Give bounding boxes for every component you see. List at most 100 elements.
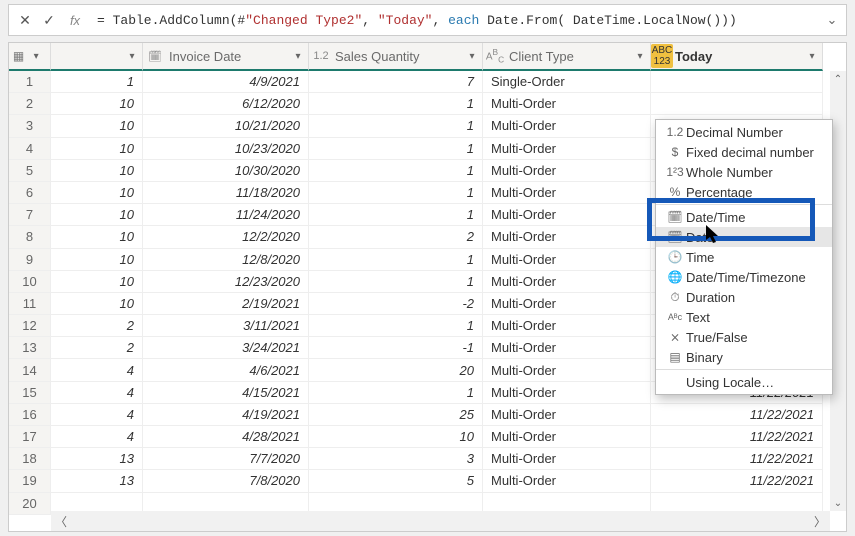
cell-invoice-date[interactable]: 6/12/2020: [143, 93, 309, 115]
cell-invoice-date[interactable]: 4/9/2021: [143, 71, 309, 93]
cell-col1[interactable]: 13: [51, 470, 143, 492]
cell-invoice-date[interactable]: 4/19/2021: [143, 404, 309, 426]
cell-sales-quantity[interactable]: 1: [309, 93, 483, 115]
type-datetime[interactable]: 🗓Date/Time: [656, 207, 832, 227]
cell-sales-quantity[interactable]: 3: [309, 448, 483, 470]
table-corner[interactable]: ▦▾: [9, 43, 51, 71]
cell-sales-quantity[interactable]: 1: [309, 115, 483, 137]
row-index[interactable]: 2: [9, 93, 51, 115]
cell-invoice-date[interactable]: 11/18/2020: [143, 182, 309, 204]
type-whole-number[interactable]: 1²3Whole Number: [656, 162, 832, 182]
cell-client-type[interactable]: Multi-Order: [483, 93, 651, 115]
cell-sales-quantity[interactable]: -1: [309, 337, 483, 359]
cell-invoice-date[interactable]: 10/30/2020: [143, 160, 309, 182]
type-time[interactable]: 🕒Time: [656, 247, 832, 267]
row-index[interactable]: 14: [9, 359, 51, 381]
cell-col1[interactable]: 1: [51, 71, 143, 93]
cell-col1[interactable]: 10: [51, 204, 143, 226]
row-index[interactable]: 12: [9, 315, 51, 337]
scroll-left-arrow[interactable]: 〈: [55, 513, 67, 530]
row-index[interactable]: 4: [9, 138, 51, 160]
cell-invoice-date[interactable]: 4/28/2021: [143, 426, 309, 448]
row-index[interactable]: 8: [9, 226, 51, 248]
cell-sales-quantity[interactable]: 1: [309, 182, 483, 204]
cell-today[interactable]: [651, 93, 823, 115]
row-index[interactable]: 18: [9, 448, 51, 470]
type-decimal-number[interactable]: 1.2Decimal Number: [656, 122, 832, 142]
cell-client-type[interactable]: Multi-Order: [483, 448, 651, 470]
cell-client-type[interactable]: Multi-Order: [483, 182, 651, 204]
cell-col1[interactable]: 4: [51, 404, 143, 426]
cell-sales-quantity[interactable]: 20: [309, 359, 483, 381]
row-index[interactable]: 1: [9, 71, 51, 93]
column-header-client-type[interactable]: ABCClient Type▾: [483, 43, 651, 71]
type-datetime-tz[interactable]: 🌐Date/Time/Timezone: [656, 267, 832, 287]
cell-client-type[interactable]: Multi-Order: [483, 271, 651, 293]
cell-col1[interactable]: 10: [51, 115, 143, 137]
cell-today[interactable]: [651, 71, 823, 93]
cell-sales-quantity[interactable]: 2: [309, 226, 483, 248]
cell-sales-quantity[interactable]: 1: [309, 271, 483, 293]
scroll-right-arrow[interactable]: 〉: [814, 513, 826, 530]
cell-invoice-date[interactable]: 10/21/2020: [143, 115, 309, 137]
cell-client-type[interactable]: Multi-Order: [483, 359, 651, 381]
cell-col1[interactable]: 4: [51, 359, 143, 381]
cell-sales-quantity[interactable]: 25: [309, 404, 483, 426]
scroll-up-arrow[interactable]: ⌃: [830, 71, 846, 87]
type-date[interactable]: 🗓Date: [656, 227, 832, 247]
cell-invoice-date[interactable]: 4/6/2021: [143, 359, 309, 381]
row-index[interactable]: 5: [9, 160, 51, 182]
cell-sales-quantity[interactable]: 1: [309, 315, 483, 337]
cell-invoice-date[interactable]: 12/8/2020: [143, 249, 309, 271]
cell-col1[interactable]: 10: [51, 226, 143, 248]
type-text[interactable]: AᴮcText: [656, 307, 832, 327]
cell-col1[interactable]: 10: [51, 93, 143, 115]
type-percentage[interactable]: %Percentage: [656, 182, 832, 202]
cell-invoice-date[interactable]: 3/24/2021: [143, 337, 309, 359]
cell-col1[interactable]: 4: [51, 382, 143, 404]
row-index[interactable]: 20: [9, 493, 51, 515]
cell-col1[interactable]: 13: [51, 448, 143, 470]
cell-client-type[interactable]: Single-Order: [483, 71, 651, 93]
cell-sales-quantity[interactable]: 10: [309, 426, 483, 448]
row-index[interactable]: 10: [9, 271, 51, 293]
cell-client-type[interactable]: Multi-Order: [483, 337, 651, 359]
type-true-false[interactable]: ⨯True/False: [656, 327, 832, 347]
cell-invoice-date[interactable]: 12/2/2020: [143, 226, 309, 248]
cell-today[interactable]: 11/22/2021: [651, 426, 823, 448]
cell-today[interactable]: 11/22/2021: [651, 470, 823, 492]
cell-client-type[interactable]: Multi-Order: [483, 426, 651, 448]
confirm-formula-button[interactable]: ✓: [37, 12, 61, 29]
cell-sales-quantity[interactable]: 1: [309, 160, 483, 182]
row-index[interactable]: 9: [9, 249, 51, 271]
type-binary[interactable]: ▤Binary: [656, 347, 832, 367]
cancel-formula-button[interactable]: ✕: [13, 12, 37, 29]
type-using-locale[interactable]: Using Locale…: [656, 372, 832, 392]
cell-client-type[interactable]: Multi-Order: [483, 293, 651, 315]
row-index[interactable]: 6: [9, 182, 51, 204]
cell-invoice-date[interactable]: 2/19/2021: [143, 293, 309, 315]
column-header-invoice-date[interactable]: 🗓Invoice Date▾: [143, 43, 309, 71]
cell-client-type[interactable]: Multi-Order: [483, 138, 651, 160]
row-index[interactable]: 17: [9, 426, 51, 448]
cell-col1[interactable]: 10: [51, 160, 143, 182]
cell-invoice-date[interactable]: 7/7/2020: [143, 448, 309, 470]
cell-invoice-date[interactable]: 3/11/2021: [143, 315, 309, 337]
cell-sales-quantity[interactable]: 1: [309, 249, 483, 271]
cell-client-type[interactable]: Multi-Order: [483, 382, 651, 404]
cell-client-type[interactable]: Multi-Order: [483, 404, 651, 426]
row-index[interactable]: 16: [9, 404, 51, 426]
cell-client-type[interactable]: Multi-Order: [483, 204, 651, 226]
expand-formula-button[interactable]: ⌄: [822, 12, 842, 28]
cell-client-type[interactable]: Multi-Order: [483, 315, 651, 337]
cell-sales-quantity[interactable]: 1: [309, 138, 483, 160]
cell-col1[interactable]: 2: [51, 315, 143, 337]
cell-col1[interactable]: 10: [51, 271, 143, 293]
cell-sales-quantity[interactable]: -2: [309, 293, 483, 315]
row-index[interactable]: 19: [9, 470, 51, 492]
cell-invoice-date[interactable]: 4/15/2021: [143, 382, 309, 404]
cell-today[interactable]: 11/22/2021: [651, 404, 823, 426]
cell-invoice-date[interactable]: 7/8/2020: [143, 470, 309, 492]
row-index[interactable]: 3: [9, 115, 51, 137]
row-index[interactable]: 7: [9, 204, 51, 226]
